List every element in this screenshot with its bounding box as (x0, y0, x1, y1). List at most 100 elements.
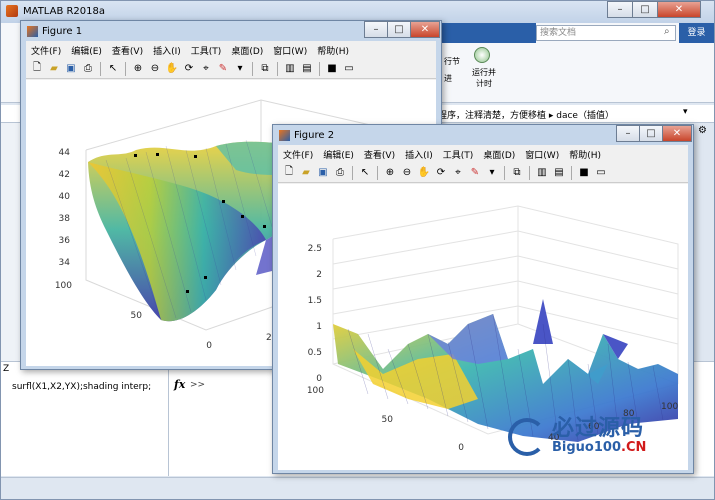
menu-view[interactable]: 查看(V) (359, 148, 400, 161)
watermark-line2: Biguo100 (552, 440, 621, 455)
pan-icon[interactable]: ✋ (417, 166, 431, 180)
brush-icon[interactable]: ✎ (468, 166, 482, 180)
workspace-panel: Z surfl(X1,X2,YX);shading interp; (1, 361, 169, 476)
menu-view[interactable]: 查看(V) (107, 44, 148, 57)
fx-icon: fx (174, 378, 186, 391)
zoom-out-icon[interactable]: ⊖ (148, 62, 162, 76)
figure2-maximize-button[interactable]: □ (639, 125, 663, 142)
ribbon-label-1[interactable]: 行节 (444, 56, 460, 67)
ztick-label: 0 (316, 374, 322, 384)
command-prompt: >> (190, 380, 206, 390)
colorbar-icon[interactable]: ▥ (283, 62, 297, 76)
status-bar (1, 477, 714, 499)
login-button[interactable]: 登录 (679, 23, 714, 43)
menu-edit[interactable]: 编辑(E) (318, 148, 359, 161)
close-button[interactable]: ✕ (657, 1, 701, 18)
open-icon[interactable]: ▰ (47, 62, 61, 76)
brush-dropdown-icon[interactable]: ▾ (233, 62, 247, 76)
ytick-label: 50 (382, 415, 394, 425)
command-history-entry[interactable]: surfl(X1,X2,YX);shading interp; (12, 382, 151, 392)
new-icon[interactable]: 🗋 (30, 62, 44, 76)
figure2-close-button[interactable]: ✕ (662, 125, 692, 142)
ztick-label: 1 (316, 322, 322, 332)
rotate-icon[interactable]: ⟳ (434, 166, 448, 180)
maximize-button[interactable]: □ (632, 1, 658, 18)
show-plot-tools-icon[interactable]: ▭ (342, 62, 356, 76)
legend-icon[interactable]: ▤ (552, 166, 566, 180)
data-cursor-icon[interactable]: ⌖ (451, 166, 465, 180)
menu-tools[interactable]: 工具(T) (438, 148, 479, 161)
address-text: 程序，注释清楚，方便移植 ▸ dace（插值） (438, 111, 614, 121)
search-icon[interactable]: ⌕ (664, 26, 670, 37)
data-cursor-icon[interactable]: ⌖ (199, 62, 213, 76)
show-plot-tools-icon[interactable]: ▭ (594, 166, 608, 180)
right-panel-gear-icon[interactable]: ⚙ (698, 125, 707, 136)
menu-file[interactable]: 文件(F) (26, 44, 66, 57)
brush-icon[interactable]: ✎ (216, 62, 230, 76)
figure1-minimize-button[interactable]: – (364, 21, 388, 38)
menu-window[interactable]: 窗口(W) (268, 44, 312, 57)
zoom-in-icon[interactable]: ⊕ (131, 62, 145, 76)
pointer-icon[interactable]: ↖ (358, 166, 372, 180)
ztick-label: 40 (59, 192, 71, 202)
figure2-title: Figure 2 (294, 129, 335, 141)
menu-help[interactable]: 帮助(H) (312, 44, 354, 57)
figure1-menubar: 文件(F) 编辑(E) 查看(V) 插入(I) 工具(T) 桌面(D) 窗口(W… (26, 41, 436, 59)
watermark-domain: .CN (621, 440, 647, 455)
menu-insert[interactable]: 插入(I) (148, 44, 186, 57)
link-plot-icon[interactable]: ⧉ (258, 62, 272, 76)
zoom-out-icon[interactable]: ⊖ (400, 166, 414, 180)
menu-help[interactable]: 帮助(H) (564, 148, 606, 161)
ztick-label: 0.5 (308, 348, 322, 358)
search-input[interactable]: 搜索文档 (536, 25, 676, 41)
figure2-minimize-button[interactable]: – (616, 125, 640, 142)
menu-tools[interactable]: 工具(T) (186, 44, 227, 57)
menu-desktop[interactable]: 桌面(D) (226, 44, 268, 57)
figure1-title: Figure 1 (42, 25, 83, 37)
colorbar-icon[interactable]: ▥ (535, 166, 549, 180)
figure2-toolbar: 🗋 ▰ ▣ ⎙ ↖ ⊕ ⊖ ✋ ⟳ ⌖ ✎ ▾ ⧉ ▥ ▤ ■ ▭ (278, 163, 688, 183)
ytick-label: 100 (307, 386, 324, 396)
run-and-time-button[interactable]: 运行并 计时 (468, 67, 500, 89)
hide-plot-tools-icon[interactable]: ■ (325, 62, 339, 76)
menu-desktop[interactable]: 桌面(D) (478, 148, 520, 161)
minimize-button[interactable]: – (607, 1, 633, 18)
panel-letter: Z (3, 364, 10, 374)
ytick-label: 100 (55, 281, 72, 291)
new-icon[interactable]: 🗋 (282, 166, 296, 180)
menu-insert[interactable]: 插入(I) (400, 148, 438, 161)
ztick-label: 44 (59, 148, 71, 158)
open-icon[interactable]: ▰ (299, 166, 313, 180)
chevron-down-icon[interactable]: ▾ (683, 107, 688, 117)
ztick-label: 42 (59, 170, 70, 180)
print-icon[interactable]: ⎙ (333, 166, 347, 180)
ytick-label: 50 (131, 311, 143, 321)
matlab-logo-icon (6, 5, 18, 17)
menu-window[interactable]: 窗口(W) (520, 148, 564, 161)
menu-edit[interactable]: 编辑(E) (66, 44, 107, 57)
save-icon[interactable]: ▣ (64, 62, 78, 76)
figure1-close-button[interactable]: ✕ (410, 21, 440, 38)
zoom-in-icon[interactable]: ⊕ (383, 166, 397, 180)
save-icon[interactable]: ▣ (316, 166, 330, 180)
figure-icon (27, 25, 38, 37)
legend-icon[interactable]: ▤ (300, 62, 314, 76)
menu-file[interactable]: 文件(F) (278, 148, 318, 161)
watermark-line1: 必过源码 (552, 416, 645, 441)
brush-dropdown-icon[interactable]: ▾ (485, 166, 499, 180)
figure1-ztick-labels: 44 42 40 38 36 34 (59, 148, 71, 268)
figure2-ztick-labels: 2.5 2 1.5 1 0.5 0 (308, 244, 323, 384)
ribbon-label-2[interactable]: 进 (444, 73, 452, 84)
pan-icon[interactable]: ✋ (165, 62, 179, 76)
figure1-maximize-button[interactable]: □ (387, 21, 411, 38)
run-timer-icon[interactable] (474, 47, 490, 63)
print-icon[interactable]: ⎙ (81, 62, 95, 76)
hide-plot-tools-icon[interactable]: ■ (577, 166, 591, 180)
rotate-icon[interactable]: ⟳ (182, 62, 196, 76)
ztick-label: 2 (316, 270, 322, 280)
ztick-label: 2.5 (308, 244, 322, 254)
figure2-menubar: 文件(F) 编辑(E) 查看(V) 插入(I) 工具(T) 桌面(D) 窗口(W… (278, 145, 688, 163)
pointer-icon[interactable]: ↖ (106, 62, 120, 76)
matlab-title: MATLAB R2018a (23, 6, 106, 17)
link-plot-icon[interactable]: ⧉ (510, 166, 524, 180)
